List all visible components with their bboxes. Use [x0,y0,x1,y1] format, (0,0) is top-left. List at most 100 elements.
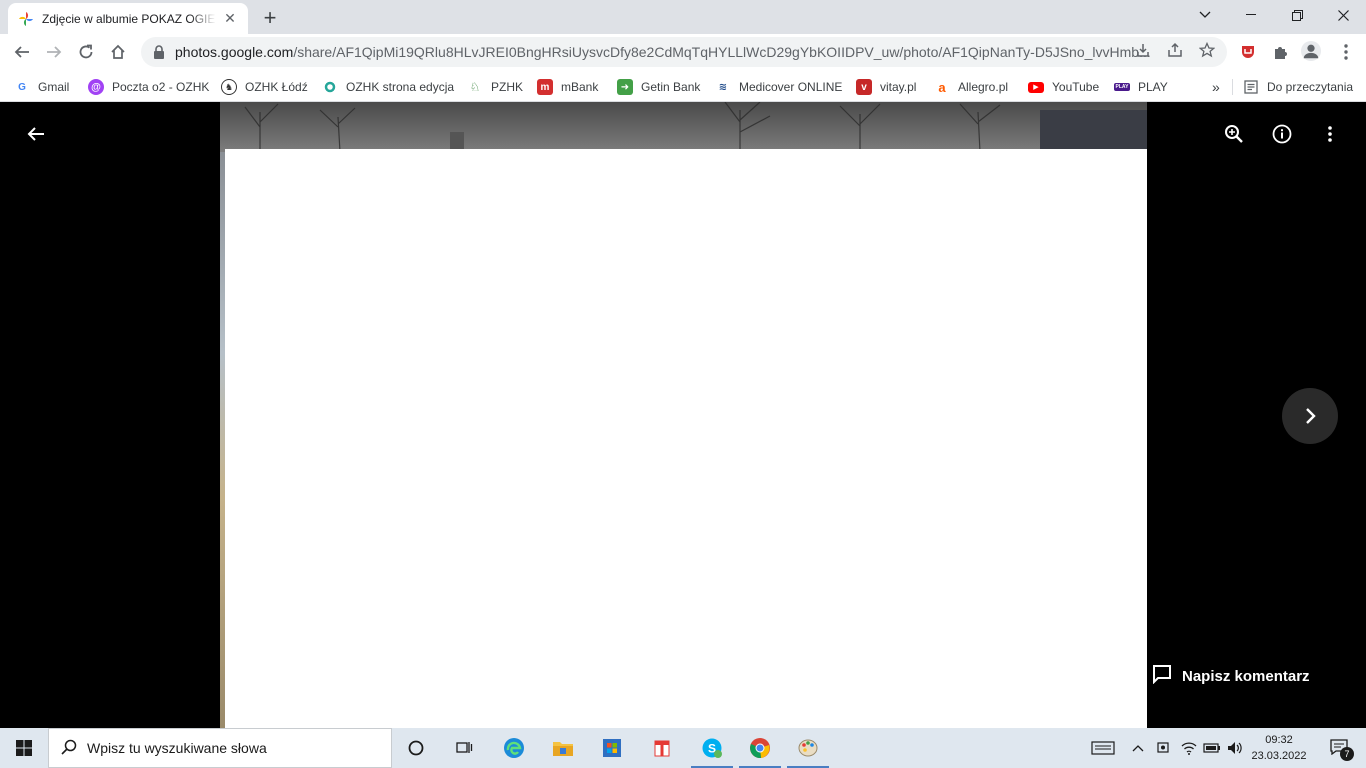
bookmark-ozhk-lodz[interactable]: ♞ OZHK Łódź [221,76,308,98]
clock-time: 09:32 [1265,734,1293,746]
bookmark-label: Poczta o2 - OZHK [112,80,210,94]
extension-shield-icon[interactable] [1238,42,1258,62]
mbank-icon: m [537,79,553,95]
bookmarks-overflow-button[interactable]: » [1212,76,1220,98]
bookmark-poczta-o2[interactable]: @ Poczta o2 - OZHK [88,76,209,98]
taskbar-edge[interactable] [491,728,537,768]
bookmark-star-icon[interactable] [1198,41,1216,59]
reload-button[interactable] [72,38,100,66]
taskbar-clock[interactable]: 09:32 23.03.2022 [1248,732,1310,764]
menu-dots-icon[interactable] [1336,42,1356,62]
task-view-button[interactable] [441,728,487,768]
taskbar-office[interactable] [639,728,685,768]
chevron-right-icon [1306,408,1316,424]
info-button[interactable] [1262,114,1302,154]
skype-icon: S [702,738,722,758]
restore-button[interactable] [1274,0,1320,30]
next-photo-button[interactable] [1282,388,1338,444]
bookmark-mbank[interactable]: m mBank [537,76,598,98]
paint-icon [798,739,818,757]
bookmark-label: mBank [561,80,599,94]
bookmark-play[interactable]: PLAY PLAY [1114,76,1168,98]
bookmark-label: PLAY [1138,80,1168,94]
o2-mail-icon: @ [88,79,104,95]
pzhk-icon: ♘ [469,80,481,94]
tray-battery[interactable] [1201,728,1223,768]
taskbar-search-box[interactable]: Wpisz tu wyszukiwane słowa [48,728,392,768]
bookmark-allegro[interactable]: a Allegro.pl [934,76,1008,98]
action-center-button[interactable]: 7 [1320,728,1360,768]
taskbar-skype[interactable]: S [689,728,735,768]
bookmark-label: Medicover ONLINE [739,80,843,94]
lock-icon[interactable] [153,45,165,59]
browser-tab[interactable]: Zdjęcie w albumie POKAZ OGIERÓW ✕ [8,3,248,34]
allegro-icon: a [938,79,946,95]
meet-now-icon [1157,742,1169,753]
taskbar-file-explorer[interactable] [540,728,586,768]
reading-list-label: Do przeczytania [1267,80,1354,94]
bookmarks-bar: G Gmail @ Poczta o2 - OZHK ♞ OZHK Łódź O… [0,71,1366,102]
cortana-icon [408,740,424,756]
bookmark-vitay[interactable]: v vitay.pl [856,76,916,98]
overflow-chevron-icon: » [1212,79,1220,95]
tray-desktop-icon[interactable] [1087,728,1119,768]
bookmarks-divider [1232,79,1233,95]
folder-icon [553,742,573,756]
profile-avatar-icon[interactable] [1301,41,1321,61]
youtube-icon: ▶ [1028,81,1044,93]
notification-count-badge: 7 [1340,747,1354,761]
url-text: photos.google.com/share/AF1QipMi19QRlu8H… [175,44,1227,60]
bookmark-youtube[interactable]: ▶ YouTube [1028,76,1099,98]
back-arrow-button[interactable] [16,114,56,154]
minimize-button[interactable] [1228,0,1274,30]
close-window-button[interactable] [1320,0,1366,30]
tab-title: Zdjęcie w albumie POKAZ OGIERÓW [42,11,216,26]
taskbar-paint[interactable] [785,728,831,768]
tab-close-icon[interactable]: ✕ [222,10,238,27]
bookmark-label: Gmail [38,80,70,94]
bookmark-label: PZHK [491,80,524,94]
extensions-puzzle-icon[interactable] [1270,42,1290,62]
bookmark-getin-bank[interactable]: ➜ Getin Bank [617,76,700,98]
cortana-button[interactable] [393,728,439,768]
tray-meet-now[interactable] [1153,728,1173,768]
vitay-icon: v [856,79,872,95]
chevron-up-icon [1132,745,1144,752]
bookmark-pzhk[interactable]: ♘ PZHK [467,76,523,98]
start-button[interactable] [0,728,48,768]
bookmark-label: YouTube [1052,80,1100,94]
arrow-icon: ➜ [617,79,633,95]
ring-icon [322,79,338,95]
bookmark-ozhk-strona[interactable]: OZHK strona edycja [322,76,454,98]
edge-icon [504,738,524,758]
bookmark-medicover[interactable]: ≋ Medicover ONLINE [715,76,843,98]
zoom-in-button[interactable] [1214,114,1254,154]
home-button[interactable] [104,38,132,66]
bookmark-label: OZHK strona edycja [346,80,455,94]
office-gift-icon [654,740,670,757]
share-icon[interactable] [1166,41,1184,59]
speaker-icon [1228,742,1242,754]
clock-date: 23.03.2022 [1251,750,1307,762]
photo-white-overlay [225,149,1147,745]
write-comment-button[interactable]: Napisz komentarz [1152,664,1310,688]
new-tab-button[interactable]: + [258,6,282,30]
notifications-icon: 7 [1330,739,1354,761]
tray-volume[interactable] [1224,728,1246,768]
reading-list-button[interactable]: Do przeczytania [1243,76,1353,98]
bookmark-gmail[interactable]: G Gmail [14,76,69,98]
more-options-button[interactable] [1310,114,1350,154]
install-app-icon[interactable] [1134,41,1152,59]
tab-strip: Zdjęcie w albumie POKAZ OGIERÓW ✕ + [0,0,1366,34]
wifi-icon [1181,742,1197,755]
address-bar[interactable]: photos.google.com/share/AF1QipMi19QRlu8H… [141,37,1227,67]
taskbar-chrome[interactable] [737,728,783,768]
back-button[interactable] [8,38,36,66]
taskbar-store[interactable] [589,728,635,768]
tray-network[interactable] [1178,728,1200,768]
task-view-icon [456,742,473,753]
url-path: /share/AF1QipMi19QRlu8HLvJREI0BngHRsiUys… [293,44,1151,60]
tray-overflow-button[interactable] [1128,728,1148,768]
forward-button[interactable] [40,38,68,66]
tab-search-icon[interactable] [1182,0,1228,30]
